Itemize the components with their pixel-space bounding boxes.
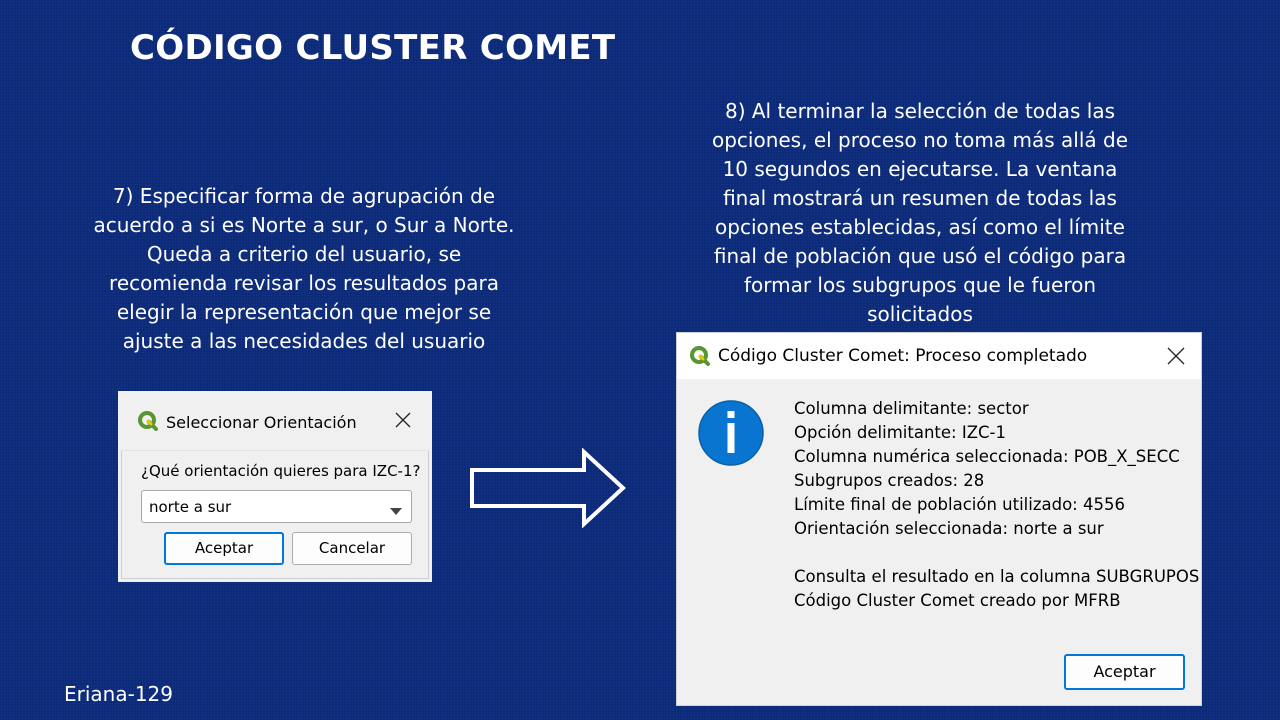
- summary-spacer: [794, 541, 1199, 565]
- step-8-line: 10 segundos en ejecutarse. La ventana: [722, 157, 1118, 181]
- result-summary: Columna delimitante: sector Opción delim…: [794, 397, 1199, 613]
- result-dialog: Código Cluster Comet: Proceso completado…: [676, 332, 1202, 706]
- orientation-select[interactable]: norte a sur: [141, 490, 412, 523]
- close-icon[interactable]: [395, 412, 411, 433]
- summary-line: Límite final de población utilizado: 455…: [794, 495, 1125, 514]
- summary-line: Opción delimitante: IZC-1: [794, 423, 1006, 442]
- summary-line: Subgrupos creados: 28: [794, 471, 985, 490]
- step-7-line: acuerdo a si es Norte a sur, o Sur a Nor…: [93, 213, 515, 237]
- summary-footer-line: Código Cluster Comet creado por MFRB: [794, 591, 1121, 610]
- step-7-line: 7) Especificar forma de agrupación de: [112, 184, 496, 208]
- author-label: Eriana-129: [64, 682, 173, 706]
- dialog-titlebar: Seleccionar Orientación: [121, 394, 429, 451]
- step-7-line: elegir la representación que mejor se: [116, 300, 492, 324]
- step-8-line: 8) Al terminar la selección de todas las: [724, 99, 1116, 123]
- summary-line: Columna delimitante: sector: [794, 399, 1029, 418]
- step-8-line: opciones establecidas, así como el límit…: [715, 215, 1125, 239]
- dialog-title: Seleccionar Orientación: [166, 413, 357, 432]
- step-7-line: Queda a criterio del usuario, se: [146, 242, 462, 266]
- step-8-line: formar los subgrupos que le fueron: [743, 273, 1097, 297]
- chevron-down-icon: [390, 503, 402, 521]
- accept-button[interactable]: Aceptar: [1064, 654, 1185, 690]
- step-7-line: ajuste a las necesidades del usuario: [122, 329, 486, 353]
- summary-footer-line: Consulta el resultado en la columna SUBG…: [794, 567, 1200, 586]
- info-icon: [697, 399, 765, 472]
- summary-line: Orientación seleccionada: norte a sur: [794, 519, 1104, 538]
- summary-line: Columna numérica seleccionada: POB_X_SEC…: [794, 447, 1180, 466]
- dialog-titlebar: Código Cluster Comet: Proceso completado: [677, 333, 1201, 379]
- step-7-line: recomienda revisar los resultados para: [109, 271, 499, 295]
- step-7-description: 7) Especificar forma de agrupación de ac…: [80, 182, 528, 356]
- orientation-select-value: norte a sur: [149, 498, 232, 516]
- dialog-title: Código Cluster Comet: Proceso completado: [718, 346, 1088, 366]
- right-arrow-icon: [468, 447, 630, 533]
- orientation-dialog: Seleccionar Orientación ¿Qué orientación…: [118, 391, 432, 582]
- step-8-line: final mostrará un resumen de todas las: [723, 186, 1117, 210]
- step-8-line: final de población que usó el código par…: [713, 244, 1127, 268]
- qgis-logo-icon: [689, 345, 711, 372]
- step-8-line: solicitados: [867, 302, 973, 326]
- step-8-description: 8) Al terminar la selección de todas las…: [694, 97, 1146, 329]
- orientation-question: ¿Qué orientación quieres para IZC-1?: [141, 462, 421, 480]
- qgis-logo-icon: [137, 410, 159, 437]
- cancel-button[interactable]: Cancelar: [292, 532, 412, 565]
- close-icon[interactable]: [1167, 347, 1185, 370]
- slide-title: CÓDIGO CLUSTER COMET: [130, 28, 616, 68]
- accept-button[interactable]: Aceptar: [164, 532, 284, 565]
- step-8-line: opciones, el proceso no toma más allá de: [711, 128, 1129, 152]
